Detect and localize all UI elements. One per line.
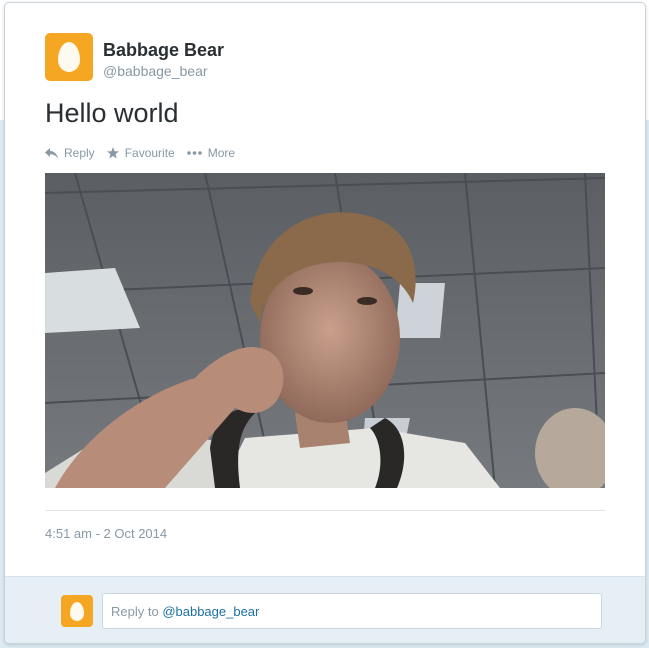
reply-input[interactable]: Reply to @babbage_bear [102, 593, 602, 629]
reply-placeholder-prefix: Reply to [111, 604, 163, 619]
more-action[interactable]: More [186, 146, 236, 160]
favourite-action[interactable]: Favourite [106, 146, 175, 160]
reply-icon [45, 147, 58, 158]
star-icon [106, 147, 119, 159]
reply-action[interactable]: Reply [45, 146, 95, 160]
current-user-avatar [61, 595, 93, 627]
author-name[interactable]: Babbage Bear [103, 40, 224, 61]
author-avatar[interactable] [45, 33, 93, 81]
reply-mention: @babbage_bear [162, 604, 260, 619]
more-action-label: More [207, 146, 236, 160]
reply-action-label: Reply [64, 146, 95, 160]
more-icon [186, 151, 202, 155]
reply-area: Reply to @babbage_bear [5, 576, 645, 643]
tweet-text: Hello world [45, 98, 179, 128]
tweet-card: Babbage Bear @babbage_bear Hello world R… [4, 2, 646, 644]
divider [45, 510, 605, 511]
egg-avatar-icon [70, 601, 84, 621]
tweet-photo[interactable] [45, 173, 605, 488]
photo-image [45, 173, 605, 488]
tweet-actions: Reply Favourite More [45, 146, 235, 160]
author-handle[interactable]: @babbage_bear [103, 63, 208, 79]
egg-avatar-icon [58, 42, 80, 72]
favourite-action-label: Favourite [124, 146, 175, 160]
tweet-timestamp[interactable]: 4:51 am - 2 Oct 2014 [45, 526, 167, 541]
